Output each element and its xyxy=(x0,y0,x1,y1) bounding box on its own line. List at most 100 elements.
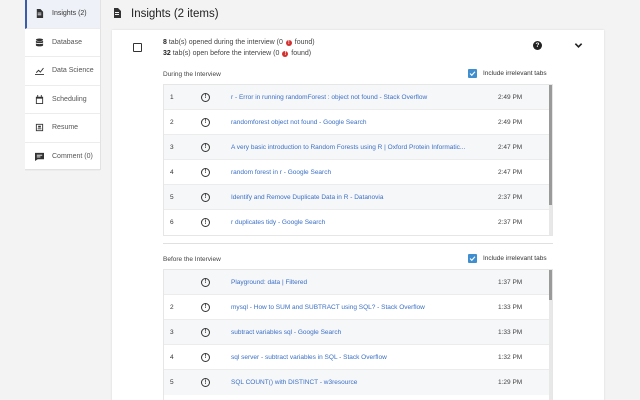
tab-time: 2:47 PM xyxy=(498,143,523,151)
tab-title-link[interactable]: randomforest object not found - Google S… xyxy=(231,119,481,126)
table-row: 3! subtract variables sql - Google Search… xyxy=(164,320,552,345)
table-row: 5! SQL COUNT() with DISTINCT - w3resource… xyxy=(164,370,552,395)
section-divider xyxy=(163,243,553,244)
resume-icon xyxy=(33,123,45,132)
row-number: 4 xyxy=(170,353,174,361)
sidebar-item-comment[interactable]: Comment (0) xyxy=(25,143,100,171)
table-row: 5! Identify and Remove Duplicate Data in … xyxy=(164,185,552,210)
table-row: 2! randomforest object not found - Google… xyxy=(164,110,552,135)
before-rows: ! Playground: data | Filtered 1:37 PM 2! mys… xyxy=(164,270,552,395)
summary-before: 32 tab(s) open before the interview (0 !… xyxy=(163,49,312,57)
row-number: 3 xyxy=(170,143,174,151)
document-icon xyxy=(112,8,131,20)
tab-time: 1:29 PM xyxy=(498,379,523,386)
row-number: 4 xyxy=(170,168,174,176)
sidebar-item-label: Scheduling xyxy=(52,95,87,103)
table-row: 4! random forest in r - Google Search 2:47… xyxy=(164,160,552,185)
sidebar-item-database[interactable]: Database xyxy=(25,29,100,57)
tab-time: 1:37 PM xyxy=(498,278,523,286)
include-label: Include irrelevant tabs xyxy=(483,255,547,262)
checkbox-checked-icon[interactable] xyxy=(468,69,477,78)
calendar-icon xyxy=(33,94,45,104)
sidebar-item-data-science[interactable]: Data Science xyxy=(25,57,100,86)
tab-title-link[interactable]: subtract variables sql - Google Search xyxy=(231,329,481,336)
table-row: 3! A very basic introduction to Random Fo… xyxy=(164,135,552,160)
table-row: 2! mysql - How to SUM and SUBTRACT using … xyxy=(164,295,552,320)
sidebar-item-label: Database xyxy=(52,38,82,46)
info-alert-icon: ! xyxy=(201,302,210,312)
database-icon xyxy=(33,38,45,47)
during-tabs-table: 1! r - Error in running randomForest : ob… xyxy=(163,84,553,236)
tab-title-link[interactable]: SQL COUNT() with DISTINCT - w3resource xyxy=(231,379,481,386)
tab-title-link[interactable]: r - Error in running randomForest : obje… xyxy=(231,94,481,101)
help-icon[interactable]: ? xyxy=(533,41,542,50)
during-rows: 1! r - Error in running randomForest : ob… xyxy=(164,85,552,235)
sidebar-item-insights[interactable]: Insights (2) xyxy=(25,0,100,29)
sidebar: Insights (2) Database Data Science Sched… xyxy=(25,0,101,171)
tab-time: 2:37 PM xyxy=(498,219,523,226)
tab-time: 1:33 PM xyxy=(498,328,523,336)
tab-time: 1:32 PM xyxy=(498,353,523,361)
row-number: 2 xyxy=(170,118,174,126)
tab-title-link[interactable]: random forest in r - Google Search xyxy=(231,169,481,176)
table-row: 4! sql server - subtract variables in SQL… xyxy=(164,345,552,370)
before-tabs-table: ! Playground: data | Filtered 1:37 PM 2! mys… xyxy=(163,269,553,400)
chevron-down-icon[interactable] xyxy=(574,41,583,50)
info-alert-icon: ! xyxy=(201,352,210,362)
section-label-before: Before the Interview xyxy=(163,256,221,263)
sidebar-item-label: Comment (0) xyxy=(52,152,93,160)
checkbox-checked-icon[interactable] xyxy=(468,254,477,263)
tab-summary: 8 tab(s) opened during the interview (0 … xyxy=(163,38,315,59)
info-alert-icon: ! xyxy=(201,218,210,227)
tab-time: 2:37 PM xyxy=(498,193,523,201)
comment-icon xyxy=(33,152,45,161)
table-row: 6! r duplicates tidy - Google Search 2:37 … xyxy=(164,210,552,235)
tab-time: 1:33 PM xyxy=(498,303,523,311)
section-label-during: During the Interview xyxy=(163,71,221,78)
info-alert-icon: ! xyxy=(201,277,210,287)
row-number: 6 xyxy=(170,219,174,226)
include-irrelevant-toggle-before[interactable]: Include irrelevant tabs xyxy=(468,254,547,263)
sidebar-item-label: Insights (2) xyxy=(52,10,87,18)
document-icon xyxy=(33,9,45,19)
tab-time: 2:49 PM xyxy=(498,93,523,101)
sidebar-item-label: Resume xyxy=(52,124,79,132)
tab-time: 2:47 PM xyxy=(498,168,523,176)
row-number: 5 xyxy=(170,379,174,386)
scrollbar[interactable] xyxy=(549,85,552,235)
tab-title-link[interactable]: A very basic introduction to Random Fore… xyxy=(231,144,481,151)
row-number: 5 xyxy=(170,193,174,201)
tab-title-link[interactable]: mysql - How to SUM and SUBTRACT using SQ… xyxy=(231,304,481,311)
page-title: Insights (2 items) xyxy=(131,8,219,20)
tab-title-link[interactable]: sql server - subtract variables in SQL -… xyxy=(231,354,481,361)
sidebar-item-resume[interactable]: Resume xyxy=(25,114,100,143)
scrollbar-thumb[interactable] xyxy=(549,85,552,205)
alert-icon: ! xyxy=(285,40,292,46)
table-row: ! Playground: data | Filtered 1:37 PM xyxy=(164,270,552,295)
include-label: Include irrelevant tabs xyxy=(483,70,547,77)
scrollbar[interactable] xyxy=(549,270,552,400)
tab-title-link[interactable]: Identify and Remove Duplicate Data in R … xyxy=(231,194,481,201)
row-number: 3 xyxy=(170,328,174,336)
chart-icon xyxy=(33,66,45,76)
info-alert-icon: ! xyxy=(201,327,210,337)
info-alert-icon: ! xyxy=(201,92,210,102)
tab-time: 2:49 PM xyxy=(498,118,523,126)
tab-title-link[interactable]: Playground: data | Filtered xyxy=(231,279,481,286)
row-number: 2 xyxy=(170,303,174,311)
info-alert-icon: ! xyxy=(201,142,210,152)
info-alert-icon: ! xyxy=(201,167,210,177)
tab-window-icon xyxy=(133,43,142,52)
sidebar-item-scheduling[interactable]: Scheduling xyxy=(25,86,100,114)
scrollbar-thumb[interactable] xyxy=(549,270,552,300)
tab-title-link[interactable]: r duplicates tidy - Google Search xyxy=(231,219,481,226)
include-irrelevant-toggle-during[interactable]: Include irrelevant tabs xyxy=(468,69,547,78)
info-alert-icon: ! xyxy=(201,192,210,202)
alert-icon: ! xyxy=(282,50,289,57)
row-number: 1 xyxy=(170,93,174,101)
info-alert-icon: ! xyxy=(201,117,210,127)
insight-card: 8 tab(s) opened during the interview (0 … xyxy=(112,30,604,400)
table-row: 1! r - Error in running randomForest : ob… xyxy=(164,85,552,110)
page-header: Insights (2 items) xyxy=(112,8,219,20)
info-alert-icon: ! xyxy=(201,378,210,387)
